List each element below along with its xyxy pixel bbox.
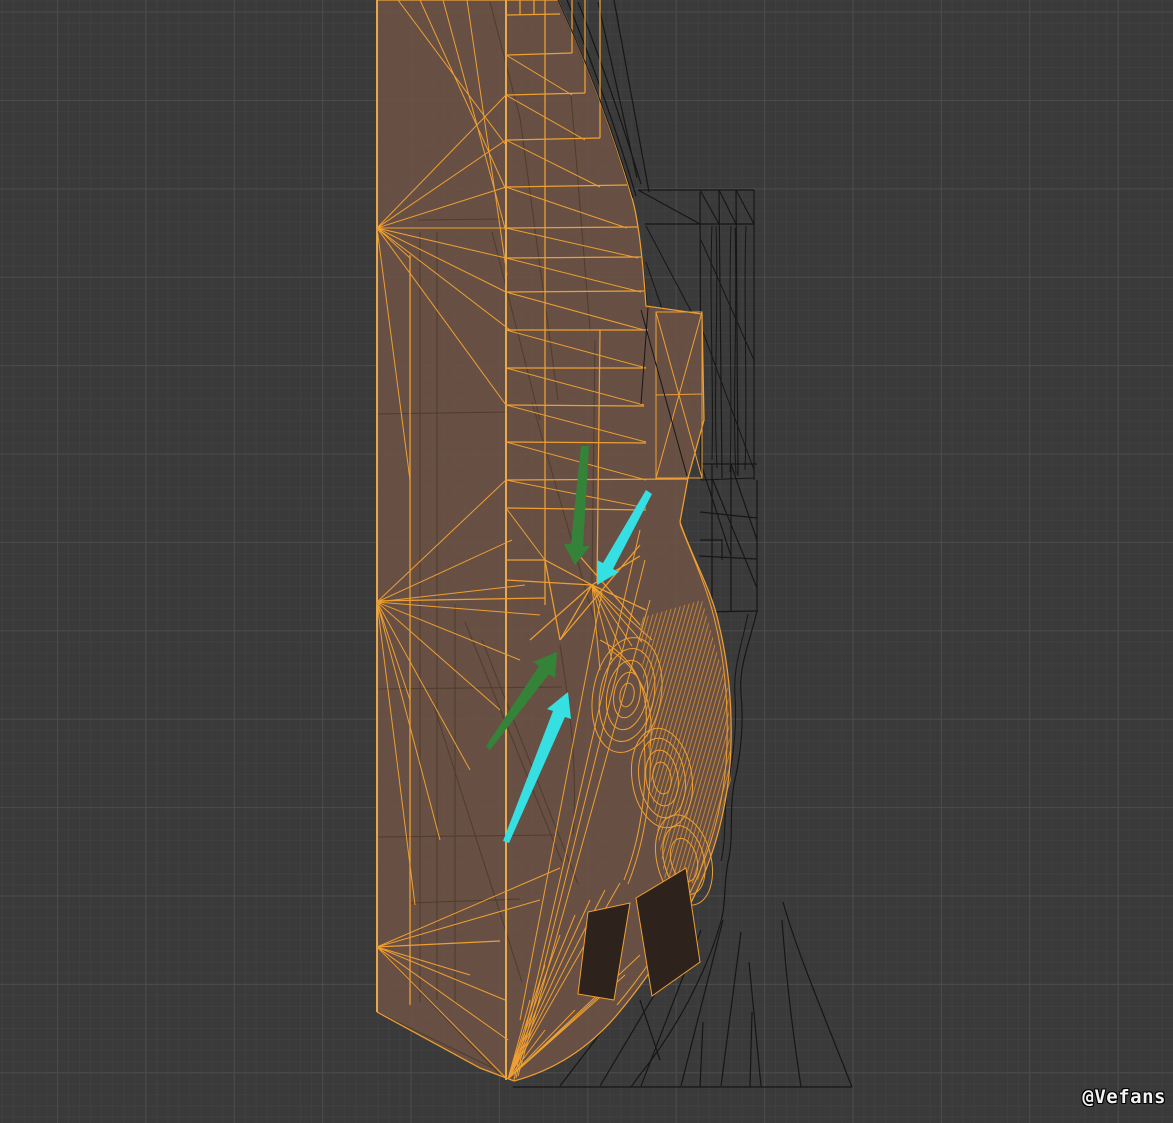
viewport-scene — [0, 0, 1173, 1123]
viewport-canvas[interactable]: @Vefans — [0, 0, 1173, 1123]
watermark: @Vefans — [1082, 1086, 1166, 1108]
selected-mesh[interactable] — [377, 0, 731, 1081]
